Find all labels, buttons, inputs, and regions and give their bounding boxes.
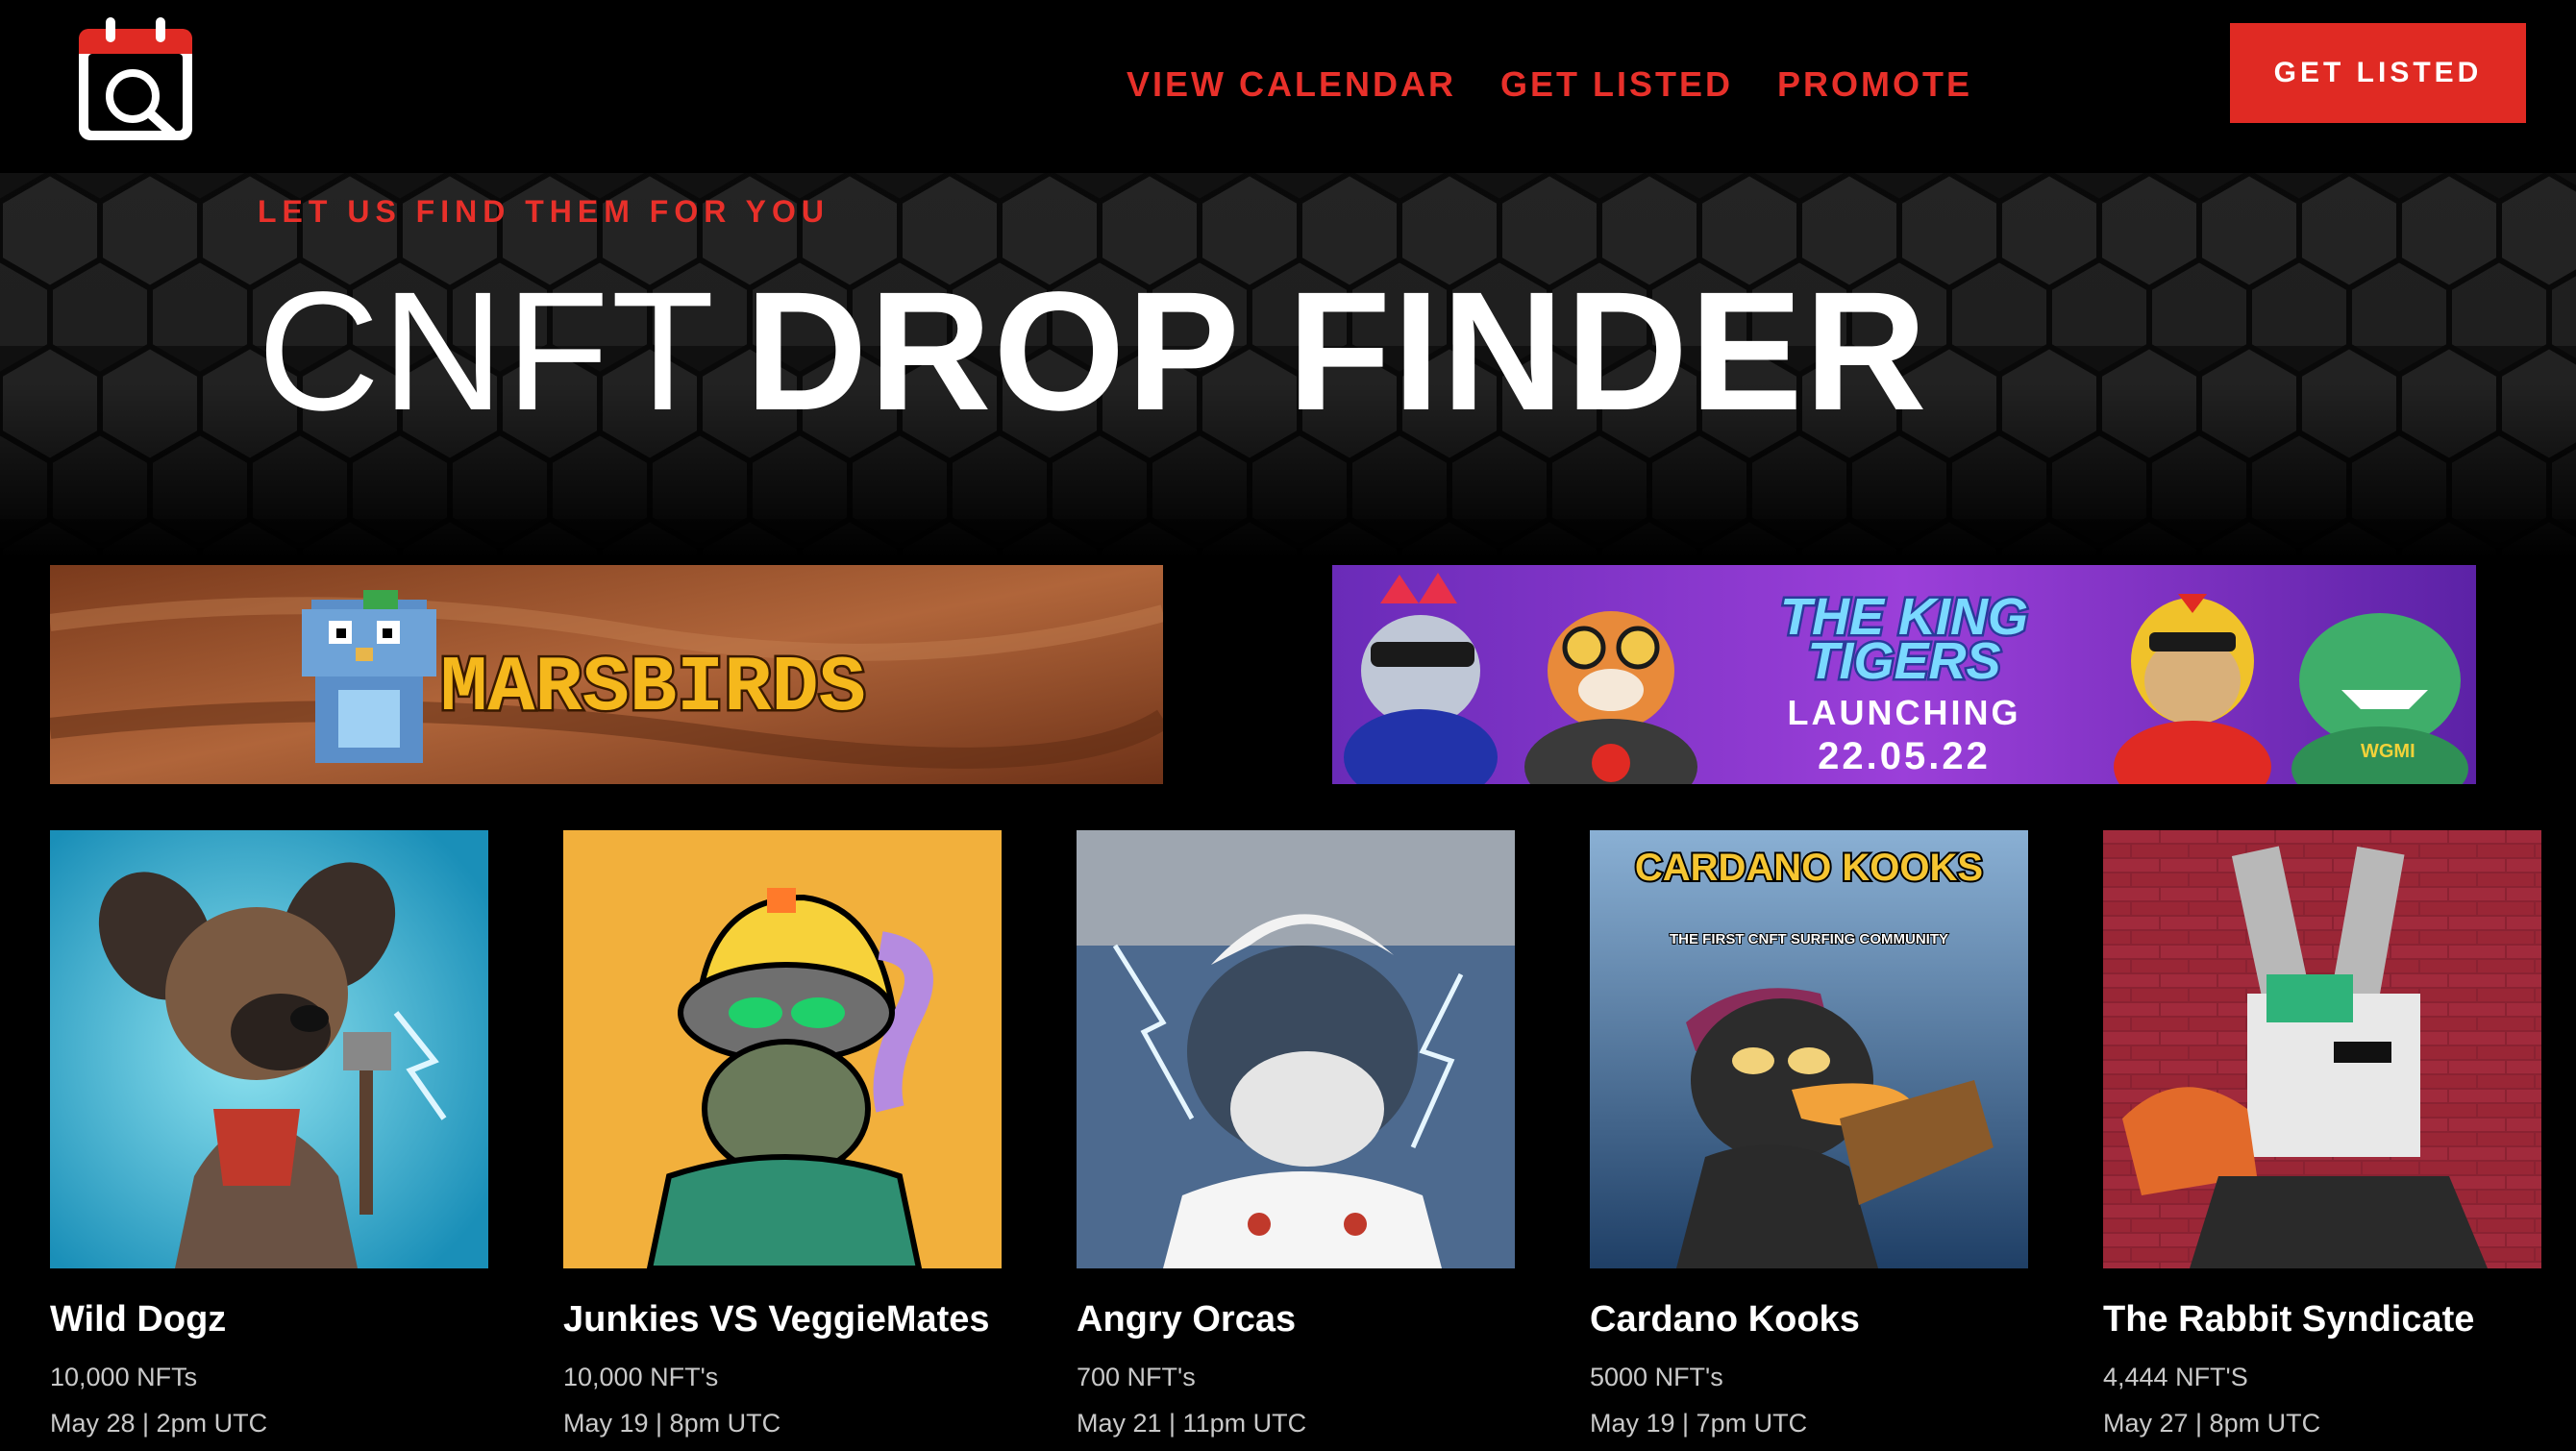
project-card-junkies-vs-veggiemates[interactable]: Junkies VS VeggieMates 10,000 NFT's May …: [563, 830, 1002, 1439]
page-title: CNFT DROP FINDER: [258, 265, 1929, 438]
project-name[interactable]: Cardano Kooks: [1590, 1297, 2028, 1341]
project-date: May 28 | 2pm UTC: [50, 1409, 268, 1438]
marsbirds-wordmark: MARSBIRDS: [440, 644, 866, 733]
title-bold-part: DROP FINDER: [745, 258, 1929, 446]
project-supply: 700 NFT's: [1077, 1363, 1196, 1391]
king-tigers-title-line2: TIGERS: [1807, 632, 2000, 690]
project-image-the-rabbit-syndicate[interactable]: [2103, 830, 2541, 1268]
dino-character-4: WGMI: [2291, 613, 2468, 784]
hero-section: LET US FIND THEM FOR YOU CNFT DROP FINDER: [0, 173, 2576, 557]
project-image-cardano-kooks[interactable]: CARDANO KOOKS THE FIRST CNFT SURFING COM…: [1590, 830, 2028, 1268]
project-image-angry-orcas[interactable]: [1077, 830, 1515, 1268]
project-card-cardano-kooks[interactable]: CARDANO KOOKS THE FIRST CNFT SURFING COM…: [1590, 830, 2028, 1439]
project-supply: 5000 NFT's: [1590, 1363, 1723, 1391]
king-tigers-launch-label: LAUNCHING: [1788, 693, 2021, 732]
kooks-art-subtitle: THE FIRST CNFT SURFING COMMUNITY: [1670, 931, 1948, 947]
project-name[interactable]: Junkies VS VeggieMates: [563, 1297, 1002, 1341]
project-name[interactable]: Wild Dogz: [50, 1297, 488, 1341]
project-date: May 27 | 8pm UTC: [2103, 1409, 2321, 1438]
project-supply: 4,444 NFT'S: [2103, 1363, 2248, 1391]
nav-get-listed[interactable]: GET LISTED: [1500, 60, 1733, 110]
project-card-the-rabbit-syndicate[interactable]: The Rabbit Syndicate 4,444 NFT'S May 27 …: [2103, 830, 2541, 1439]
marsbirds-banner[interactable]: MARSBIRDS: [50, 565, 1163, 784]
project-supply: 10,000 NFTs: [50, 1363, 198, 1391]
title-light-part: CNFT: [258, 258, 717, 446]
nav-view-calendar[interactable]: VIEW CALENDAR: [1127, 60, 1456, 110]
project-image-wild-dogz[interactable]: [50, 830, 488, 1268]
project-card-wild-dogz[interactable]: Wild Dogz 10,000 NFTs May 28 | 2pm UTC: [50, 830, 488, 1439]
main-nav: VIEW CALENDAR GET LISTED PROMOTE: [1127, 60, 1972, 110]
project-image-junkies-vs-veggiemates[interactable]: [563, 830, 1002, 1268]
king-tigers-launch-date: 22.05.22: [1818, 735, 1991, 777]
king-tigers-banner[interactable]: THE KING TIGERS LAUNCHING 22.05.22 WGMI: [1332, 565, 2476, 784]
project-name[interactable]: The Rabbit Syndicate: [2103, 1297, 2541, 1341]
project-card-angry-orcas[interactable]: Angry Orcas 700 NFT's May 21 | 11pm UTC: [1077, 830, 1515, 1439]
project-date: May 21 | 11pm UTC: [1077, 1409, 1307, 1438]
kooks-art-title: CARDANO KOOKS: [1635, 847, 1983, 889]
hero-kicker: LET US FIND THEM FOR YOU: [258, 194, 830, 229]
site-header: VIEW CALENDAR GET LISTED PROMOTE GET LIS…: [0, 0, 2576, 173]
calendar-search-icon[interactable]: [75, 15, 196, 144]
project-name[interactable]: Angry Orcas: [1077, 1297, 1515, 1341]
wgmi-badge: WGMI: [2361, 741, 2415, 762]
project-date: May 19 | 7pm UTC: [1590, 1409, 1808, 1438]
nav-promote[interactable]: PROMOTE: [1777, 60, 1972, 110]
project-supply: 10,000 NFT's: [563, 1363, 719, 1391]
get-listed-button[interactable]: GET LISTED: [2230, 23, 2526, 123]
marsbird-mascot-icon: [302, 590, 436, 763]
project-date: May 19 | 8pm UTC: [563, 1409, 781, 1438]
